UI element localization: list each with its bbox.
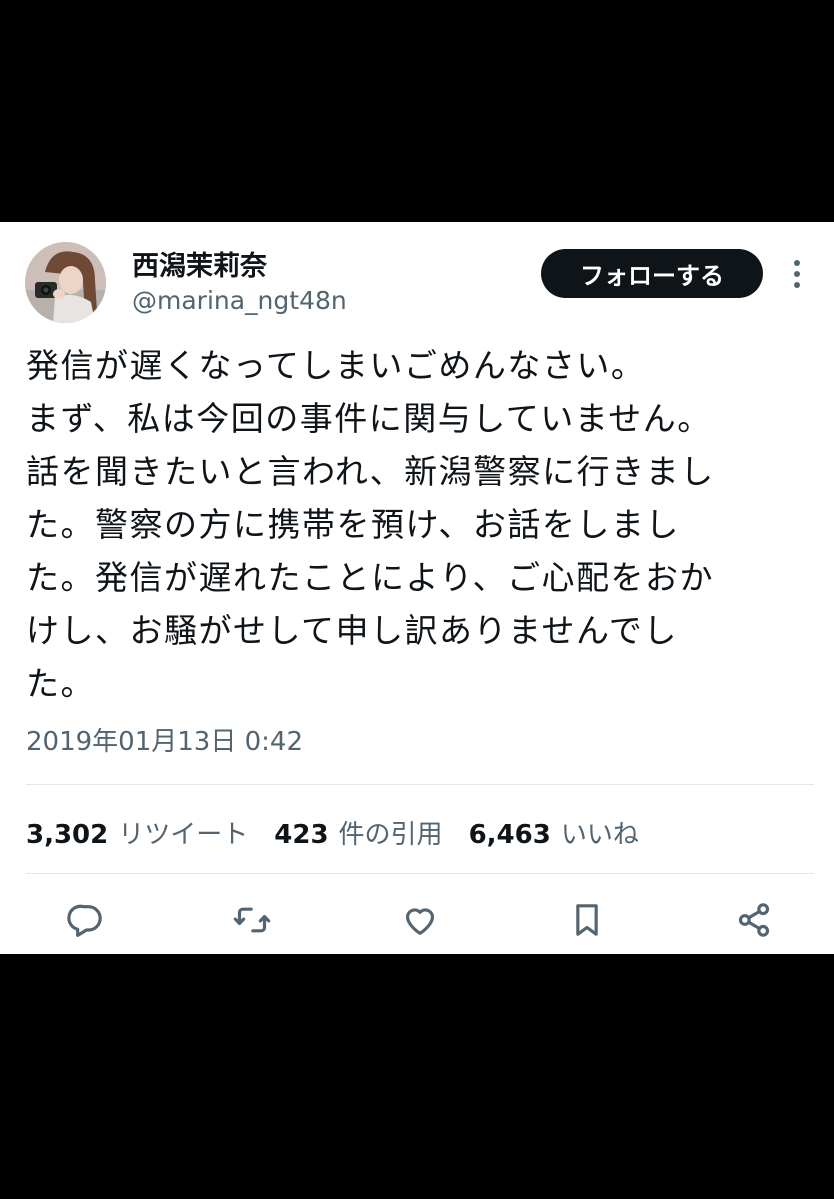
bookmark-icon[interactable]	[565, 898, 609, 942]
author-handle[interactable]: @marina_ngt48n	[132, 286, 347, 315]
tweet-text-line: た。警察の方に携帯を預け、お話をしまし	[26, 505, 680, 544]
share-icon[interactable]	[732, 898, 776, 942]
author-display-name[interactable]: 西潟茉莉奈	[132, 244, 267, 283]
top-black-band	[0, 0, 834, 222]
tweet-text-line: けし、お騒がせして申し訳ありませんでし	[26, 611, 678, 650]
tweet-timestamp[interactable]: 2019年01月13日 0:42	[26, 721, 303, 758]
tweet-text-line: 発信が遅くなってしまいごめんなさい。	[26, 346, 646, 385]
tweet-card: 西潟茉莉奈 @marina_ngt48n フォローする 発信が遅くなってしまいご…	[0, 222, 834, 954]
retweet-icon[interactable]	[230, 898, 274, 942]
follow-button[interactable]: フォローする	[541, 249, 763, 298]
avatar[interactable]	[25, 242, 106, 323]
tweet-text-line: た。発信が遅れたことにより、ご心配をおか	[26, 558, 715, 597]
quote-stat[interactable]: 423 件の引用	[274, 814, 442, 851]
tweet-text-line: た。	[26, 664, 95, 703]
like-icon[interactable]	[398, 898, 442, 942]
avatar-photo	[25, 242, 106, 323]
tweet-text: 発信が遅くなってしまいごめんなさい。 まず、私は今回の事件に関与していません。 …	[26, 339, 816, 710]
like-stat[interactable]: 6,463 いいね	[469, 814, 639, 851]
bottom-black-band	[0, 954, 834, 1199]
retweet-count: 3,302	[26, 820, 109, 850]
reply-icon[interactable]	[64, 898, 108, 942]
like-stat-label: いいね	[560, 820, 639, 850]
tweet-text-line: 話を聞きたいと言われ、新潟警察に行きまし	[26, 452, 715, 491]
tweet-text-line: まず、私は今回の事件に関与していません。	[26, 399, 712, 438]
quote-count: 423	[274, 820, 329, 850]
divider	[26, 873, 814, 874]
more-icon[interactable]	[784, 256, 810, 296]
like-count: 6,463	[468, 820, 551, 850]
retweet-stat[interactable]: 3,302 リツイート	[26, 814, 248, 851]
divider	[26, 784, 814, 785]
quote-stat-label: 件の引用	[338, 820, 443, 850]
retweet-stat-label: リツイート	[118, 820, 249, 850]
tweet-stats: 3,302 リツイート 423 件の引用 6,463 いいね	[26, 814, 665, 851]
tweet-actions	[0, 898, 834, 942]
